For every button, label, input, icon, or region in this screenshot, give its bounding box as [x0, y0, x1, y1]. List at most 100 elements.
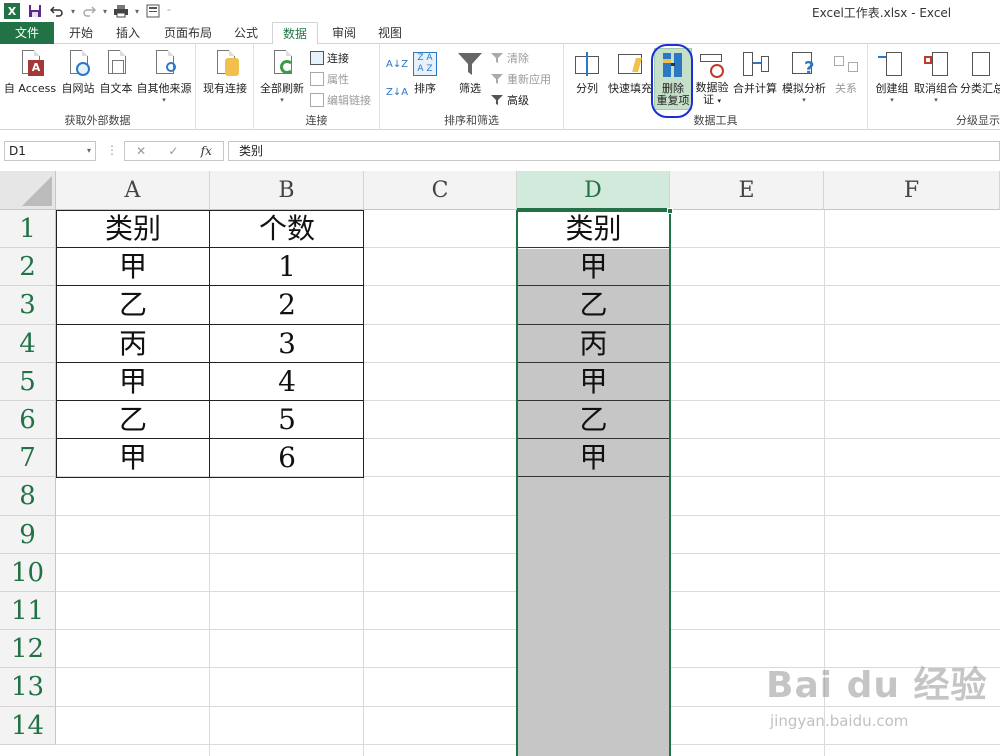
tab-home[interactable]: 开始 [62, 22, 100, 44]
connections-button[interactable]: 连接 [310, 48, 349, 68]
cell-a4[interactable]: 丙 [56, 325, 210, 363]
text-to-columns-icon [571, 48, 603, 80]
column-header-e[interactable]: E [670, 171, 824, 210]
save-icon[interactable] [24, 0, 46, 22]
refresh-all-button[interactable]: 全部刷新 ▾ [256, 48, 308, 104]
undo-dropdown-icon[interactable]: ▾ [68, 0, 78, 22]
advanced-button[interactable]: 高级 [490, 90, 529, 110]
formula-bar: D1 ▾ ⋮ ✕ ✓ fx 类别 [0, 138, 1000, 164]
sort-button[interactable]: Z AA Z 排序 [408, 48, 442, 96]
row-header-8[interactable]: 8 [0, 477, 56, 516]
redo-dropdown-icon[interactable]: ▾ [100, 0, 110, 22]
row-header-10[interactable]: 10 [0, 553, 56, 592]
cell-a6[interactable]: 乙 [56, 401, 210, 439]
what-if-icon: ? [788, 48, 820, 80]
flash-fill-button[interactable]: 快速填充 [606, 48, 654, 96]
row-header-4[interactable]: 4 [0, 324, 56, 363]
existing-connections-button[interactable]: 现有连接 [200, 48, 250, 96]
redo-icon[interactable] [78, 0, 100, 22]
consolidate-button[interactable]: 合并计算 [730, 48, 780, 96]
column-header-f[interactable]: F [824, 171, 1000, 210]
window-title: Excel工作表.xlsx - Excel [812, 6, 952, 20]
clear-button[interactable]: 清除 [490, 48, 529, 68]
text-to-columns-button[interactable]: 分列 [568, 48, 606, 96]
formula-input[interactable]: 类别 [228, 141, 1000, 161]
relationships-button[interactable]: 关系 [828, 48, 864, 96]
more-icon[interactable]: ⋮ [106, 143, 118, 157]
tab-insert[interactable]: 插入 [108, 22, 148, 44]
edit-links-icon [310, 93, 324, 107]
row-header-14[interactable]: 14 [0, 706, 56, 745]
subtotal-icon [964, 48, 996, 80]
row-header-1[interactable]: 1 [0, 210, 56, 249]
cell-b4[interactable]: 3 [210, 325, 364, 363]
row-header-2[interactable]: 2 [0, 248, 56, 287]
row-header-11[interactable]: 11 [0, 592, 56, 631]
row-header-6[interactable]: 6 [0, 401, 56, 440]
cell-a7[interactable]: 甲 [56, 439, 210, 477]
column-header-d[interactable]: D [517, 171, 670, 210]
group-icon [876, 48, 908, 80]
tab-page-layout[interactable]: 页面布局 [156, 22, 220, 44]
column-header-a[interactable]: A [56, 171, 210, 210]
chevron-down-icon[interactable]: ▾ [87, 142, 91, 160]
cell-b7[interactable]: 6 [210, 439, 364, 477]
insert-function-icon[interactable]: fx [201, 144, 212, 158]
sort-ascending-icon[interactable]: A↓Z [386, 54, 408, 74]
from-access-button[interactable]: A 自 Access [2, 48, 58, 96]
reapply-button[interactable]: 重新应用 [490, 69, 551, 89]
undo-icon[interactable] [46, 0, 68, 22]
what-if-analysis-button[interactable]: ? 模拟分析 ▾ [780, 48, 828, 104]
sort-icon: Z AA Z [409, 48, 441, 80]
chevron-down-icon: ▾ [802, 96, 806, 104]
from-text-button[interactable]: 自文本 [96, 48, 136, 96]
connections-icon [310, 51, 324, 65]
consolidate-icon [739, 48, 771, 80]
row-header-3[interactable]: 3 [0, 286, 56, 325]
select-all-button[interactable] [0, 171, 56, 210]
row-header-9[interactable]: 9 [0, 515, 56, 554]
tab-data[interactable]: 数据 [272, 22, 318, 45]
cell-b5[interactable]: 4 [210, 363, 364, 401]
tab-file[interactable]: 文件 [0, 22, 54, 44]
properties-button[interactable]: 属性 [310, 69, 349, 89]
access-icon: A [14, 48, 46, 80]
data-validation-button[interactable]: 数据验 证 ▾ [692, 48, 732, 107]
cancel-icon[interactable]: ✕ [136, 144, 146, 158]
cell-b2[interactable]: 1 [210, 248, 364, 286]
tab-view[interactable]: 视图 [370, 22, 410, 44]
filter-button[interactable]: 筛选 [452, 48, 488, 96]
formula-buttons: ✕ ✓ fx [124, 141, 224, 161]
enter-icon[interactable]: ✓ [168, 144, 178, 158]
customize-qat-icon[interactable]: ⁼ [164, 0, 174, 22]
cell-b1[interactable]: 个数 [210, 210, 364, 248]
clear-filter-icon [490, 51, 504, 65]
cell-a2[interactable]: 甲 [56, 248, 210, 286]
row-header-12[interactable]: 12 [0, 630, 56, 669]
cell-a5[interactable]: 甲 [56, 363, 210, 401]
cell-b3[interactable]: 2 [210, 286, 364, 324]
form-icon[interactable] [142, 0, 164, 22]
cell-a1[interactable]: 类别 [56, 210, 210, 248]
name-box[interactable]: D1 ▾ [4, 141, 96, 161]
fill-handle[interactable] [667, 208, 673, 214]
column-header-b[interactable]: B [210, 171, 364, 210]
edit-links-button[interactable]: 编辑链接 [310, 90, 371, 110]
ungroup-button[interactable]: 取消组合 ▾ [912, 48, 960, 104]
cell-b6[interactable]: 5 [210, 401, 364, 439]
row-header-7[interactable]: 7 [0, 439, 56, 478]
print-dropdown-icon[interactable]: ▾ [132, 0, 142, 22]
tab-review[interactable]: 审阅 [324, 22, 364, 44]
row-header-13[interactable]: 13 [0, 668, 56, 707]
print-icon[interactable] [110, 0, 132, 22]
cell-a3[interactable]: 乙 [56, 286, 210, 324]
column-header-c[interactable]: C [364, 171, 517, 210]
from-other-sources-button[interactable]: 自其他来源 ▾ [134, 48, 194, 104]
group-button[interactable]: 创建组 ▾ [872, 48, 912, 104]
row-header-5[interactable]: 5 [0, 362, 56, 401]
tab-formulas[interactable]: 公式 [226, 22, 266, 44]
from-web-button[interactable]: 自网站 [58, 48, 98, 96]
subtotal-button[interactable]: 分类汇总 [960, 48, 1000, 96]
sort-descending-icon[interactable]: Z↓A [386, 82, 408, 102]
active-column-frame [516, 210, 671, 756]
